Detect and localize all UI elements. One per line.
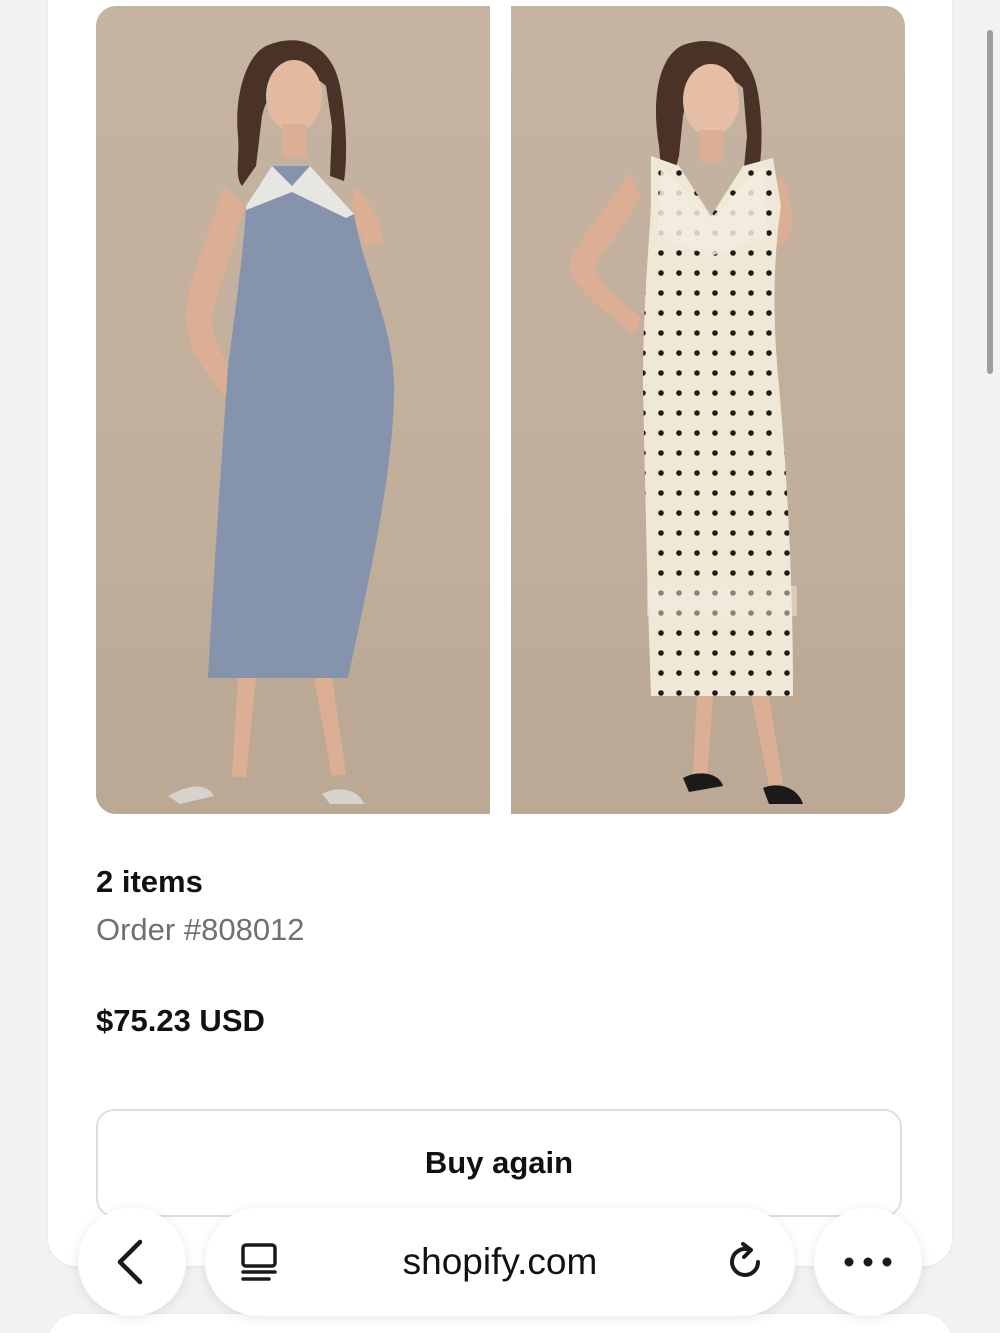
- scrollbar[interactable]: [987, 30, 993, 374]
- buy-again-button[interactable]: Buy again: [96, 1109, 902, 1217]
- order-total: $75.23 USD: [96, 1003, 265, 1038]
- tabs-icon[interactable]: [239, 1242, 279, 1282]
- back-button[interactable]: [78, 1208, 186, 1316]
- product-image-blue-dress[interactable]: [96, 6, 490, 814]
- chevron-left-icon: [117, 1239, 143, 1285]
- url-text: shopify.com: [402, 1241, 598, 1282]
- items-count: 2 items: [96, 864, 203, 899]
- order-number: Order #808012: [96, 912, 305, 947]
- more-dots-icon: [844, 1257, 892, 1267]
- more-button[interactable]: [814, 1208, 922, 1316]
- next-order-card: [48, 1314, 952, 1333]
- reload-icon[interactable]: [723, 1240, 767, 1284]
- address-bar[interactable]: shopify.com: [205, 1208, 795, 1316]
- blue-dress-illustration: [96, 40, 490, 814]
- polka-dot-dress-illustration: [511, 41, 905, 814]
- product-image-polka-dot-dress[interactable]: [511, 6, 905, 814]
- page: 2 items Order #808012 $75.23 USD Buy aga…: [0, 0, 1000, 1333]
